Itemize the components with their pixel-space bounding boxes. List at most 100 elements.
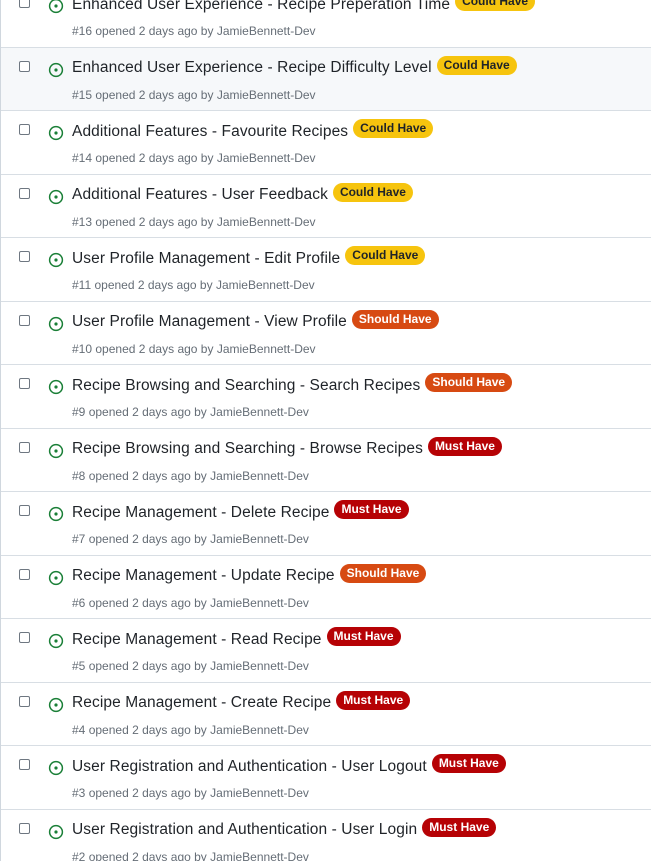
issue-label[interactable]: Must Have: [334, 500, 409, 519]
issue-title-line: Additional Features - Favourite Recipes …: [72, 119, 645, 141]
issue-row[interactable]: Enhanced User Experience - Recipe Diffic…: [1, 47, 651, 111]
issue-label[interactable]: Could Have: [455, 0, 536, 11]
issue-label[interactable]: Could Have: [353, 119, 434, 138]
issue-number: #16: [72, 24, 93, 38]
issue-meta: #5 opened 2 days ago by JamieBennett-Dev: [72, 659, 309, 673]
issue-title-line: Recipe Management - Read Recipe Must Hav…: [72, 627, 645, 649]
issue-title-link[interactable]: Recipe Management - Update Recipe: [72, 567, 335, 585]
issue-author-link[interactable]: JamieBennett-Dev: [210, 532, 309, 546]
issue-title-link[interactable]: Additional Features - Favourite Recipes: [72, 123, 348, 141]
issue-author-link[interactable]: JamieBennett-Dev: [210, 659, 309, 673]
issue-title-link[interactable]: User Profile Management - Edit Profile: [72, 250, 340, 268]
issue-title-link[interactable]: Recipe Browsing and Searching - Browse R…: [72, 440, 423, 458]
issue-row[interactable]: Recipe Browsing and Searching - Search R…: [1, 365, 651, 429]
issue-title-line: Recipe Management - Delete Recipe Must H…: [72, 500, 645, 522]
issue-number: #3: [72, 786, 86, 800]
issue-checkbox[interactable]: [19, 314, 30, 326]
issue-label[interactable]: Must Have: [336, 690, 411, 710]
issue-title-link[interactable]: User Registration and Authentication - U…: [72, 821, 417, 839]
issue-title-line: Recipe Browsing and Searching - Search R…: [72, 373, 645, 395]
issue-title-link[interactable]: Additional Features - User Feedback: [72, 186, 328, 204]
issue-title-link[interactable]: Enhanced User Experience - Recipe Preper…: [72, 0, 450, 14]
issue-row[interactable]: User Registration and Authentication - U…: [1, 746, 651, 810]
issue-author-link[interactable]: JamieBennett-Dev: [210, 850, 309, 861]
issue-title-link[interactable]: User Registration and Authentication - U…: [72, 758, 427, 776]
issue-row[interactable]: Recipe Management - Read Recipe Must Hav…: [1, 619, 651, 683]
issue-row[interactable]: Additional Features - User Feedback Coul…: [1, 174, 651, 238]
issue-title-line: Additional Features - User Feedback Coul…: [72, 182, 645, 205]
issue-checkbox[interactable]: [19, 251, 30, 262]
issue-row[interactable]: User Registration and Authentication - U…: [1, 809, 651, 861]
issue-label[interactable]: Could Have: [345, 246, 426, 265]
issue-title-line: Recipe Management - Update Recipe Should…: [72, 563, 645, 586]
issue-label[interactable]: Should Have: [339, 563, 427, 583]
issue-label[interactable]: Must Have: [427, 436, 502, 456]
issue-label[interactable]: Should Have: [425, 373, 513, 392]
issue-opened-icon: [48, 570, 64, 585]
issue-opened-icon: [48, 189, 64, 204]
issue-row[interactable]: Additional Features - Favourite Recipes …: [1, 111, 651, 175]
issue-label[interactable]: Should Have: [351, 309, 439, 329]
issue-checkbox[interactable]: [19, 441, 30, 453]
issue-number: #15: [72, 87, 93, 102]
issue-checkbox[interactable]: [19, 0, 30, 8]
issue-opened-text: opened 2 days ago by: [88, 659, 207, 673]
issue-opened-text: opened 2 days ago by: [95, 341, 214, 356]
issue-opened-text: opened 2 days ago by: [88, 468, 207, 483]
issue-title-link[interactable]: Recipe Management - Create Recipe: [72, 694, 331, 712]
issue-author-link[interactable]: JamieBennett-Dev: [217, 342, 316, 356]
issue-opened-text: opened 2 days ago by: [88, 532, 207, 546]
issue-checkbox[interactable]: [19, 187, 30, 199]
issue-row[interactable]: Recipe Management - Delete Recipe Must H…: [1, 492, 651, 556]
issue-label[interactable]: Must Have: [422, 817, 497, 837]
issue-title-link[interactable]: Recipe Browsing and Searching - Search R…: [72, 377, 420, 395]
issue-row[interactable]: User Profile Management - View Profile S…: [1, 301, 651, 365]
issue-opened-text: opened 2 days ago by: [95, 87, 214, 102]
issue-title-link[interactable]: Recipe Management - Delete Recipe: [72, 504, 329, 522]
issue-number: #2: [72, 849, 86, 861]
issue-checkbox[interactable]: [19, 505, 30, 516]
issue-label[interactable]: Must Have: [326, 627, 401, 646]
issue-list-rows: Enhanced User Experience - Recipe Preper…: [1, 0, 651, 861]
issue-row[interactable]: User Profile Management - Edit Profile C…: [1, 238, 651, 302]
issue-author-link[interactable]: JamieBennett-Dev: [210, 596, 309, 610]
issue-opened-text: opened 2 days ago by: [95, 214, 214, 229]
issue-title-link[interactable]: User Profile Management - View Profile: [72, 313, 347, 331]
issue-author-link[interactable]: JamieBennett-Dev: [210, 723, 309, 737]
issue-row[interactable]: Enhanced User Experience - Recipe Preper…: [1, 0, 651, 48]
issue-label[interactable]: Could Have: [332, 182, 413, 202]
issue-opened-icon: [48, 125, 64, 141]
issue-row[interactable]: Recipe Browsing and Searching - Browse R…: [1, 428, 651, 492]
issue-checkbox[interactable]: [19, 124, 30, 135]
issue-checkbox[interactable]: [19, 568, 30, 580]
issue-checkbox[interactable]: [19, 60, 30, 72]
issue-title-line: Recipe Management - Create Recipe Must H…: [72, 690, 645, 713]
issue-checkbox[interactable]: [19, 759, 30, 770]
issue-checkbox[interactable]: [19, 378, 30, 389]
issue-meta: #3 opened 2 days ago by JamieBennett-Dev: [72, 786, 309, 800]
issue-row[interactable]: Recipe Management - Update Recipe Should…: [1, 555, 651, 619]
issue-checkbox[interactable]: [19, 632, 30, 643]
issue-opened-text: opened 2 days ago by: [95, 151, 214, 165]
issue-opened-text: opened 2 days ago by: [88, 722, 207, 737]
issue-meta: #9 opened 2 days ago by JamieBennett-Dev: [72, 405, 309, 419]
issue-row[interactable]: Recipe Management - Create Recipe Must H…: [1, 682, 651, 746]
issue-label[interactable]: Could Have: [436, 55, 517, 75]
issue-author-link[interactable]: JamieBennett-Dev: [210, 469, 309, 483]
issue-title-link[interactable]: Recipe Management - Read Recipe: [72, 631, 322, 649]
issue-author-link[interactable]: JamieBennett-Dev: [217, 88, 316, 102]
issue-checkbox[interactable]: [19, 695, 30, 707]
issue-author-link[interactable]: JamieBennett-Dev: [217, 151, 316, 165]
issue-author-link[interactable]: JamieBennett-Dev: [210, 786, 309, 800]
issue-checkbox[interactable]: [19, 822, 30, 834]
issue-title-line: Recipe Browsing and Searching - Browse R…: [72, 436, 645, 459]
issue-author-link[interactable]: JamieBennett-Dev: [210, 405, 309, 419]
issue-author-link[interactable]: JamieBennett-Dev: [216, 278, 315, 292]
issue-meta: #4 opened 2 days ago by JamieBennett-Dev: [72, 723, 309, 737]
issue-title-link[interactable]: Enhanced User Experience - Recipe Diffic…: [72, 59, 432, 77]
issue-author-link[interactable]: JamieBennett-Dev: [217, 215, 316, 229]
issue-title-line: Enhanced User Experience - Recipe Diffic…: [72, 55, 645, 78]
issue-author-link[interactable]: JamieBennett-Dev: [217, 24, 316, 38]
issue-label[interactable]: Must Have: [431, 754, 506, 773]
issue-opened-text: opened 2 days ago by: [94, 278, 213, 292]
